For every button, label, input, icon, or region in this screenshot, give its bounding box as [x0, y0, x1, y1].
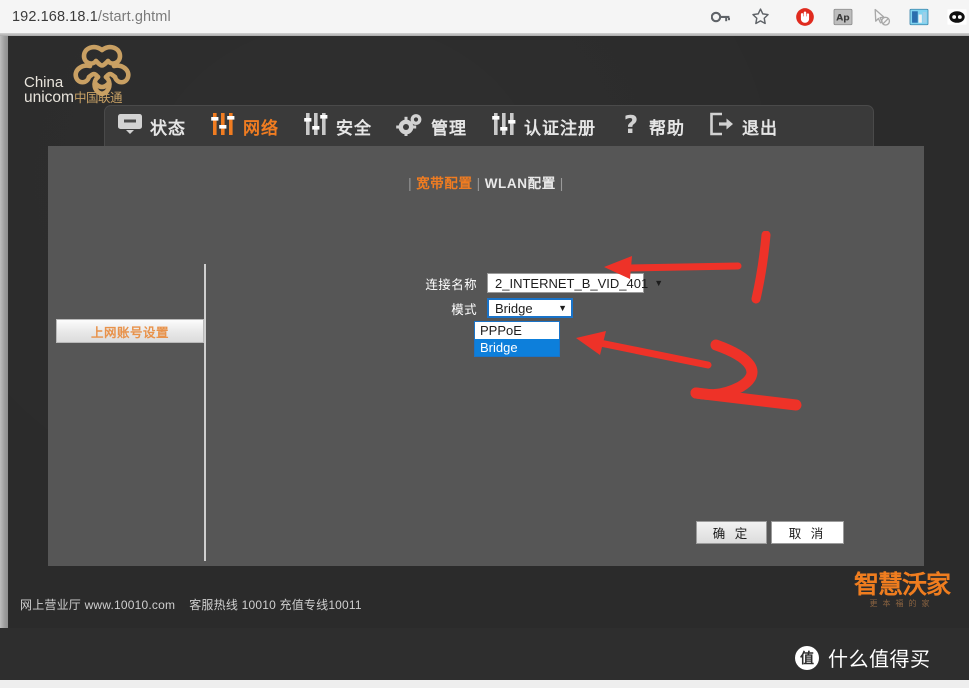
tab-separator: |	[476, 176, 481, 191]
svg-text:?: ?	[624, 111, 639, 137]
watermark-logo: 值 什么值得买	[795, 643, 931, 672]
cancel-button-label: 取 消	[788, 527, 827, 541]
chevron-down-icon: ▼	[558, 303, 567, 313]
tab-trailing-separator: |	[559, 176, 564, 191]
brand-main-text: 智慧沃家	[853, 570, 951, 599]
nav-item-logout[interactable]: 退出	[697, 107, 790, 146]
left-edge-scrollbar[interactable]	[0, 36, 8, 688]
tab-leading-separator: |	[408, 176, 413, 191]
eyes-extension-icon[interactable]	[947, 7, 967, 27]
question-icon: ?	[620, 110, 642, 142]
sub-tabs: | 宽带配置 | WLAN配置 |	[48, 172, 924, 192]
bottom-edge	[0, 680, 969, 688]
watermark-badge-icon: 值	[795, 645, 819, 670]
url-host: 192.168.18.1	[12, 8, 98, 25]
nav-label-status: 状态	[150, 118, 186, 138]
nav-item-auth-register[interactable]: 认证注册	[479, 107, 608, 146]
monitor-icon	[117, 113, 143, 140]
sliders-icon	[303, 112, 329, 141]
svg-text:Ap: Ap	[836, 13, 850, 23]
address-bar[interactable]: 192.168.18.1/start.ghtml	[12, 9, 171, 25]
china-unicom-logo: China unicom中国联通	[18, 44, 198, 112]
logo-chinese-name: 中国联通	[73, 90, 123, 105]
nav-label-management: 管理	[431, 118, 467, 138]
mode-dropdown-list: PPPoE Bridge	[474, 321, 560, 357]
cancel-button[interactable]: 取 消	[771, 521, 844, 544]
ap-extension-icon[interactable]: Ap	[833, 7, 853, 27]
field-row-mode: 模式 Bridge ▼	[411, 298, 573, 318]
nav-item-status[interactable]: 状态	[105, 107, 198, 146]
connection-name-select[interactable]: 2_INTERNET_B_VID_401 ▼	[487, 273, 663, 293]
watermark-text: 什么值得买	[828, 649, 931, 671]
sidebar-item-label: 上网账号设置	[90, 325, 169, 340]
footer-website: www.10010.com	[84, 598, 176, 612]
footer-hotline-label: 客服热线	[189, 598, 239, 612]
unicom-wordmark: China unicom中国联通	[24, 75, 123, 106]
mode-option-bridge[interactable]: Bridge	[475, 339, 559, 356]
sliders-icon	[210, 112, 236, 141]
omnibox-actions	[710, 0, 770, 33]
panel-divider	[204, 264, 206, 561]
nav-label-help: 帮助	[649, 118, 685, 138]
sidebar-item-account-settings[interactable]: 上网账号设置	[56, 319, 204, 343]
nav-label-security: 安全	[336, 118, 372, 138]
tab-broadband-config[interactable]: 宽带配置	[416, 176, 472, 191]
nav-item-network[interactable]: 网络	[198, 107, 291, 146]
footer-hall-label: 网上营业厅	[20, 598, 82, 612]
bookmark-star-icon[interactable]	[750, 7, 770, 27]
label-mode: 模式	[451, 302, 477, 317]
sliders-icon	[491, 112, 517, 141]
main-navigation: 状态 网络 安全 管理 认证注册 ? 帮助 退出	[104, 105, 874, 146]
cursor-block-icon[interactable]	[871, 7, 891, 27]
label-connection-name: 连接名称	[425, 277, 477, 292]
router-admin-page: China unicom中国联通 状态 网络 安全 管理 认证注册 ? 帮助 退…	[8, 36, 969, 688]
confirm-button[interactable]: 确 定	[696, 521, 767, 544]
footer-recharge-label: 充值专线	[279, 598, 329, 612]
nav-label-logout: 退出	[742, 118, 778, 138]
footer-hotline-number: 10010	[241, 598, 276, 612]
brand-sub-text: 更本福的家	[869, 599, 935, 608]
nav-item-help[interactable]: ? 帮助	[608, 107, 697, 146]
gears-icon	[396, 112, 424, 141]
footer-contact-info: 网上营业厅 www.10010.com 客服热线 10010 充值专线10011	[20, 596, 362, 613]
logout-icon	[709, 112, 735, 141]
mode-option-pppoe[interactable]: PPPoE	[475, 322, 559, 339]
password-key-icon[interactable]	[710, 7, 730, 27]
mode-select[interactable]: Bridge ▼	[487, 298, 573, 318]
confirm-button-label: 确 定	[712, 527, 751, 541]
url-path: /start.ghtml	[97, 8, 171, 25]
footer-recharge-number: 10011	[328, 598, 362, 612]
image-extension-icon[interactable]	[909, 7, 929, 27]
tab-wlan-config[interactable]: WLAN配置	[485, 176, 556, 191]
extension-toolbar: Ap	[795, 0, 969, 33]
logo-line-unicom: unicom中国联通	[24, 88, 123, 106]
field-row-connection-name: 连接名称 2_INTERNET_B_VID_401 ▼	[411, 273, 663, 293]
smart-home-brand-logo: 智慧沃家 更本福的家	[846, 571, 958, 619]
nav-label-auth-register: 认证注册	[524, 118, 596, 138]
nav-item-management[interactable]: 管理	[384, 107, 479, 146]
mode-value: Bridge	[495, 300, 533, 316]
chevron-down-icon: ▼	[654, 278, 664, 288]
nav-item-security[interactable]: 安全	[291, 107, 384, 146]
adblock-icon[interactable]	[795, 7, 815, 27]
nav-label-network: 网络	[243, 118, 279, 138]
connection-name-value: 2_INTERNET_B_VID_401	[495, 275, 649, 291]
